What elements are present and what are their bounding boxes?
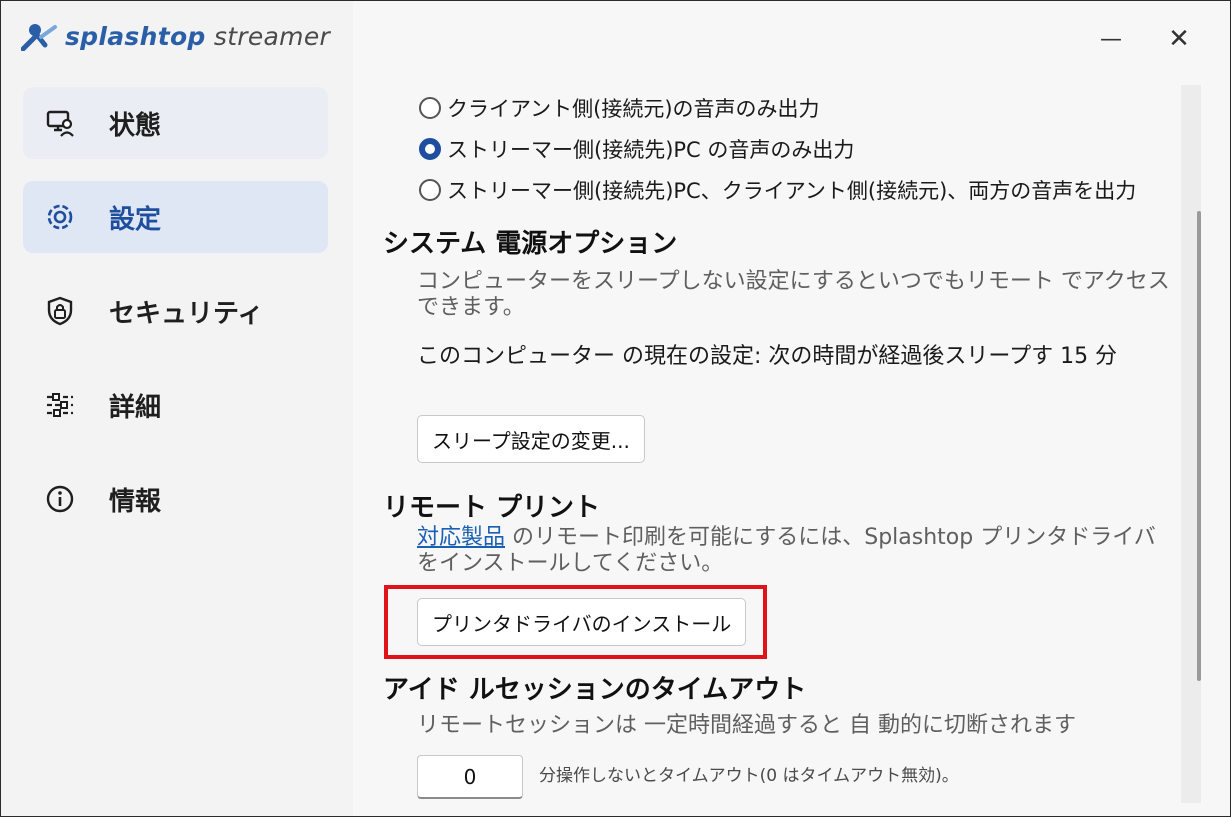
sidebar-item-label: 設定 [109, 204, 162, 235]
highlight-box [384, 585, 767, 659]
audio-option-label: ストリーマー側(接続先)PC、クライアント側(接続元)、両方の音声を出力 [447, 179, 1137, 203]
supported-products-link[interactable]: 対応製品 [417, 525, 505, 550]
sidebar-item-settings[interactable]: 設定 [23, 181, 328, 253]
radio-button[interactable] [419, 179, 441, 201]
settings-panel: — ✕ クライアント側(接続元)の音声のみ出力 ストリーマー側(接続先)PC の… [353, 1, 1230, 816]
brand-name: splashtop streamer [65, 21, 331, 51]
audio-option-streamer[interactable]: ストリーマー側(接続先)PC の音声のみ出力 [419, 134, 854, 164]
sidebar-item-label: 状態 [109, 110, 162, 141]
status-icon [46, 110, 74, 137]
radio-button[interactable] [419, 97, 441, 119]
sidebar-item-status[interactable]: 状態 [23, 87, 328, 159]
sidebar: splashtop streamer 状態 設定 セキュリティ 詳細 情報 [1, 1, 353, 816]
splashtop-logo-icon [21, 24, 57, 51]
info-icon [46, 485, 74, 513]
audio-option-label: クライアント側(接続元)の音声のみ出力 [447, 97, 820, 121]
audio-option-both[interactable]: ストリーマー側(接続先)PC、クライアント側(接続元)、両方の音声を出力 [419, 175, 1136, 205]
idle-timeout-section-title: アイド ルセッションのタイムアウト [383, 675, 807, 705]
sidebar-item-security[interactable]: セキュリティ [23, 275, 328, 347]
minimize-icon: — [1100, 26, 1122, 52]
idle-timeout-description: リモートセッションは 一定時間経過すると 自 動的に切断されます [417, 713, 1076, 738]
minimize-button[interactable]: — [1091, 19, 1131, 59]
sidebar-item-label: セキュリティ [109, 298, 264, 329]
sidebar-item-info[interactable]: 情報 [23, 463, 328, 535]
brand-logo: splashtop streamer [21, 21, 330, 51]
idle-timeout-note: 分操作しないとタイムアウト(0 はタイムアウト無効)。 [539, 766, 959, 786]
remote-print-section-title: リモート プリント [383, 493, 601, 523]
remote-print-description: 対応製品 のリモート印刷を可能にするには、Splashtop プリンタドライバを… [417, 525, 1156, 576]
radio-button-selected[interactable] [419, 138, 441, 160]
close-button[interactable]: ✕ [1159, 19, 1199, 59]
sliders-icon [47, 393, 73, 417]
gear-icon [47, 204, 73, 230]
sidebar-item-label: 詳細 [109, 392, 162, 423]
idle-timeout-minutes-input[interactable] [417, 755, 523, 799]
audio-option-label: ストリーマー側(接続先)PC の音声のみ出力 [447, 138, 855, 162]
power-current-setting: このコンピューター の現在の設定: 次の時間が経過後スリープす 15 分 [417, 344, 1118, 369]
change-sleep-settings-button[interactable]: スリープ設定の変更... [417, 415, 645, 463]
lock-shield-icon [47, 296, 73, 326]
audio-option-client[interactable]: クライアント側(接続元)の音声のみ出力 [419, 93, 820, 123]
scrollbar-thumb[interactable] [1197, 211, 1201, 681]
app-window: splashtop streamer 状態 設定 セキュリティ 詳細 情報 — … [0, 0, 1231, 817]
sidebar-item-label: 情報 [109, 486, 162, 517]
power-section-title: システム 電源オプション [383, 229, 678, 259]
sidebar-item-details[interactable]: 詳細 [23, 369, 328, 441]
power-description: コンピューターをスリープしない設定にするといつでもリモート でアクセスできます。 [417, 269, 1170, 320]
close-icon: ✕ [1168, 24, 1190, 54]
